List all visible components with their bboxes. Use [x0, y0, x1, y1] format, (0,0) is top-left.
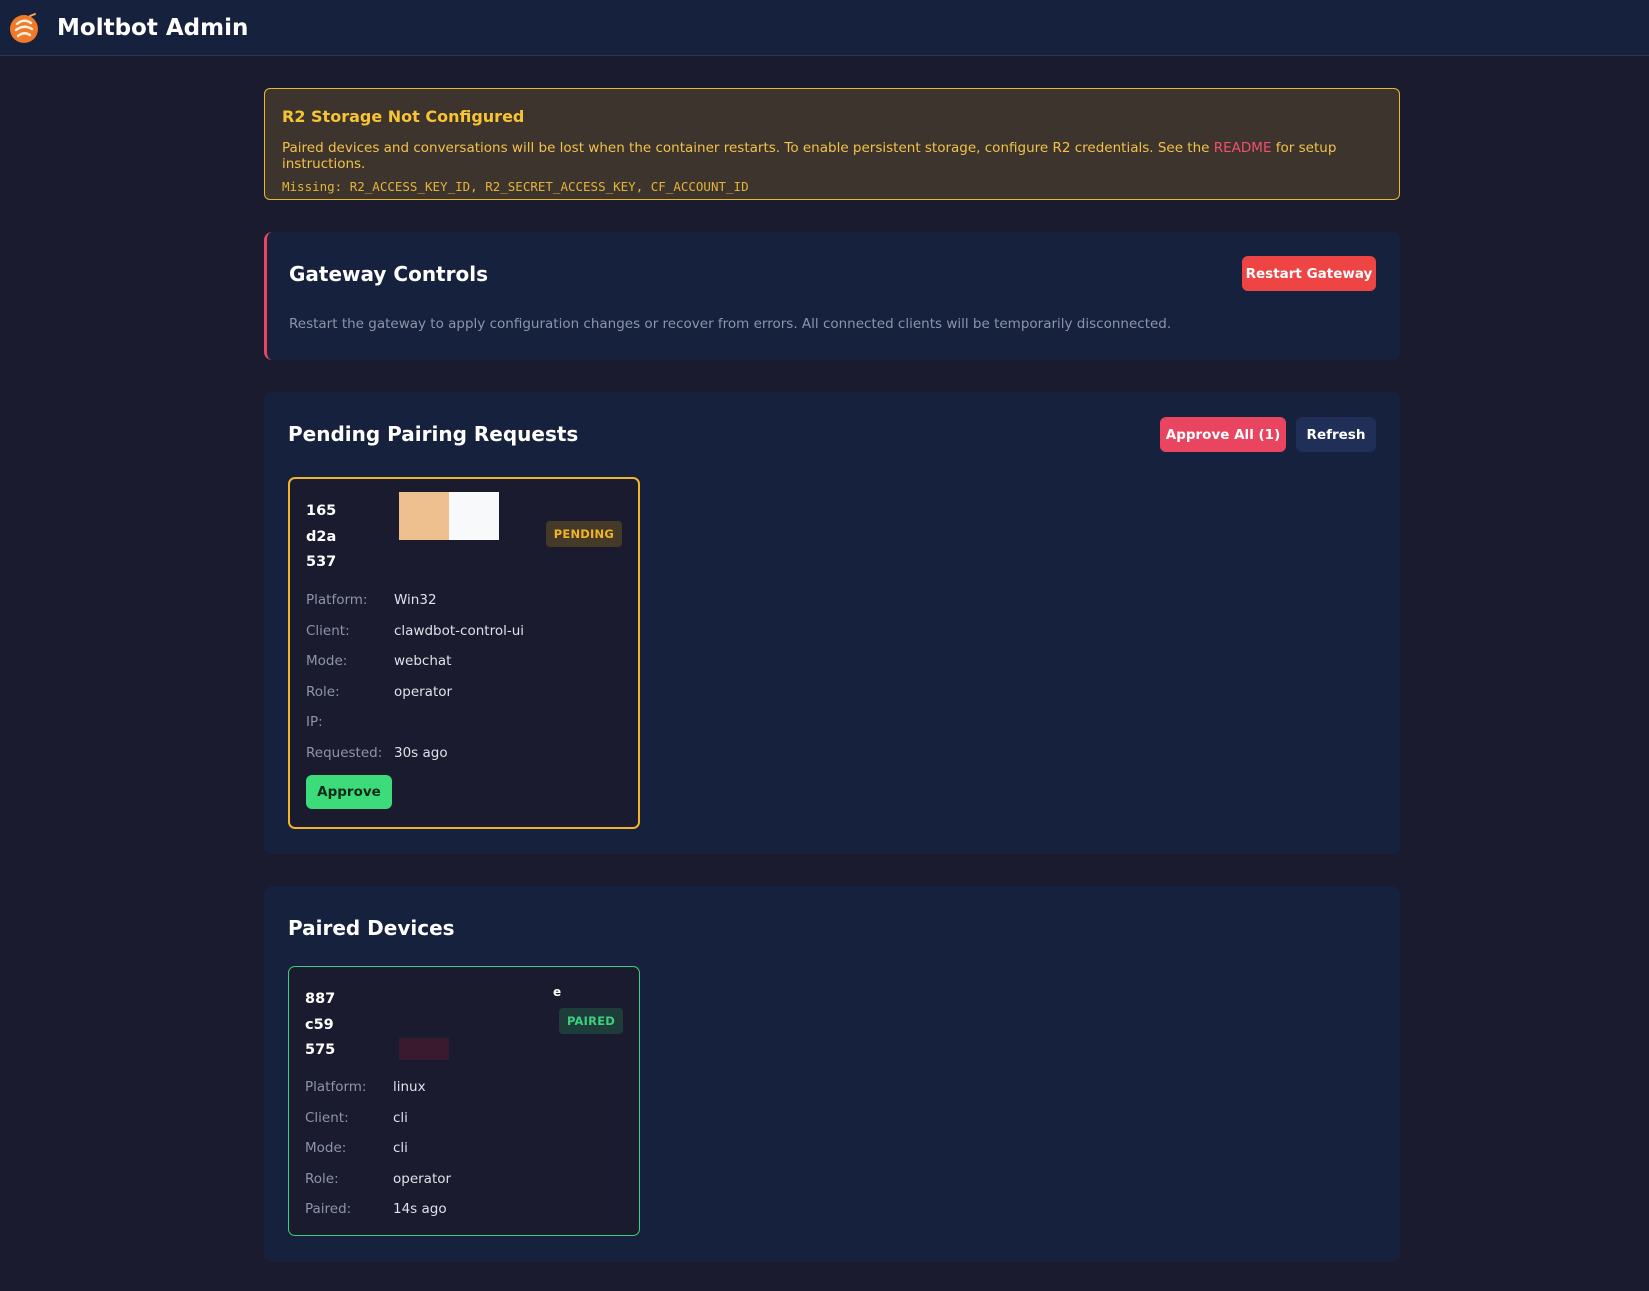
- app-title: Moltbot Admin: [57, 14, 249, 41]
- device-id-line: d2a: [306, 528, 337, 545]
- detail-row: Client: clawdbot-control-ui: [306, 623, 524, 654]
- device-id-line: 887: [305, 991, 336, 1007]
- detail-row: Role: operator: [305, 1171, 451, 1202]
- approve-button[interactable]: Approve: [306, 775, 392, 809]
- warning-text: Paired devices and conversations will be…: [282, 140, 1382, 172]
- paired-devices-panel: Paired Devices 887 c59 575 e PAIRED Plat…: [264, 886, 1400, 1262]
- warning-title: R2 Storage Not Configured: [282, 107, 525, 126]
- top-bar: Moltbot Admin: [0, 0, 1649, 56]
- detail-value: cli: [393, 1109, 408, 1126]
- detail-label: Client:: [305, 1109, 349, 1126]
- paired-title: Paired Devices: [288, 916, 455, 940]
- main-content: R2 Storage Not Configured Paired devices…: [264, 88, 1400, 1262]
- detail-label: Mode:: [306, 653, 348, 669]
- detail-label: Role:: [306, 683, 340, 700]
- detail-row: Client: cli: [305, 1110, 451, 1141]
- detail-row: Requested: 30s ago: [306, 745, 524, 776]
- refresh-button[interactable]: Refresh: [1296, 417, 1376, 452]
- missing-credentials: Missing: R2_ACCESS_KEY_ID, R2_SECRET_ACC…: [282, 179, 749, 194]
- pending-request-card: 165 d2a 537 PENDING Platform: Win32 Clien…: [288, 477, 640, 829]
- status-badge: PAIRED: [558, 1008, 623, 1034]
- detail-row: Platform: linux: [305, 1079, 451, 1110]
- detail-value: linux: [393, 1079, 426, 1095]
- pending-requests-panel: Pending Pairing Requests Approve All (1)…: [264, 392, 1400, 854]
- detail-value: operator: [394, 683, 453, 700]
- detail-label: Platform:: [305, 1079, 367, 1095]
- status-badge: PENDING: [545, 521, 622, 547]
- detail-row: Mode: cli: [305, 1140, 451, 1171]
- paired-device-card: 887 c59 575 e PAIRED Platform: linux Clie…: [288, 966, 640, 1236]
- lobster-logo-icon: [10, 12, 38, 43]
- device-id-line: 537: [306, 554, 337, 570]
- detail-row: IP:: [306, 714, 524, 745]
- r2-storage-warning: R2 Storage Not Configured Paired devices…: [264, 88, 1400, 200]
- detail-row: Paired: 14s ago: [305, 1201, 451, 1232]
- detail-label: Client:: [306, 622, 350, 639]
- redaction-block: [449, 492, 499, 540]
- approve-all-button[interactable]: Approve All (1): [1160, 417, 1286, 452]
- detail-value: 14s ago: [393, 1201, 447, 1217]
- detail-row: Mode: webchat: [306, 653, 524, 684]
- gateway-title: Gateway Controls: [289, 262, 488, 286]
- redaction-block: [399, 1038, 449, 1060]
- device-id-line: c59: [305, 1016, 334, 1033]
- device-details: Platform: linux Client: cli Mode: cli Role:…: [305, 1079, 451, 1232]
- warning-text-before: Paired devices and conversations will be…: [282, 140, 1214, 156]
- detail-label: Requested:: [306, 744, 383, 761]
- detail-value: clawdbot-control-ui: [394, 622, 525, 639]
- device-id-line: 165: [306, 503, 337, 519]
- detail-value: 30s ago: [394, 744, 448, 761]
- device-id: 165 d2a 537: [306, 499, 336, 576]
- device-id-fragment: e: [553, 985, 562, 999]
- device-id: 887 c59 575: [305, 987, 335, 1064]
- detail-label: Platform:: [306, 592, 368, 608]
- redaction-block: [399, 492, 449, 540]
- detail-label: Paired:: [305, 1201, 352, 1217]
- detail-value: cli: [393, 1140, 408, 1156]
- restart-gateway-button[interactable]: Restart Gateway: [1242, 256, 1376, 291]
- detail-label: Role:: [305, 1170, 339, 1187]
- device-details: Platform: Win32 Client: clawdbot-control-u…: [306, 592, 524, 775]
- gateway-description: Restart the gateway to apply configurati…: [289, 316, 1172, 332]
- detail-label: Mode:: [305, 1140, 347, 1156]
- detail-value: webchat: [394, 653, 452, 669]
- detail-row: Role: operator: [306, 684, 524, 715]
- detail-value: operator: [393, 1170, 452, 1187]
- detail-value: Win32: [394, 592, 437, 608]
- gateway-controls-panel: Gateway Controls Restart Gateway Restart…: [264, 232, 1400, 360]
- detail-row: Platform: Win32: [306, 592, 524, 623]
- device-id-line: 575: [305, 1042, 336, 1058]
- detail-label: IP:: [306, 714, 323, 730]
- readme-link[interactable]: README: [1214, 140, 1272, 156]
